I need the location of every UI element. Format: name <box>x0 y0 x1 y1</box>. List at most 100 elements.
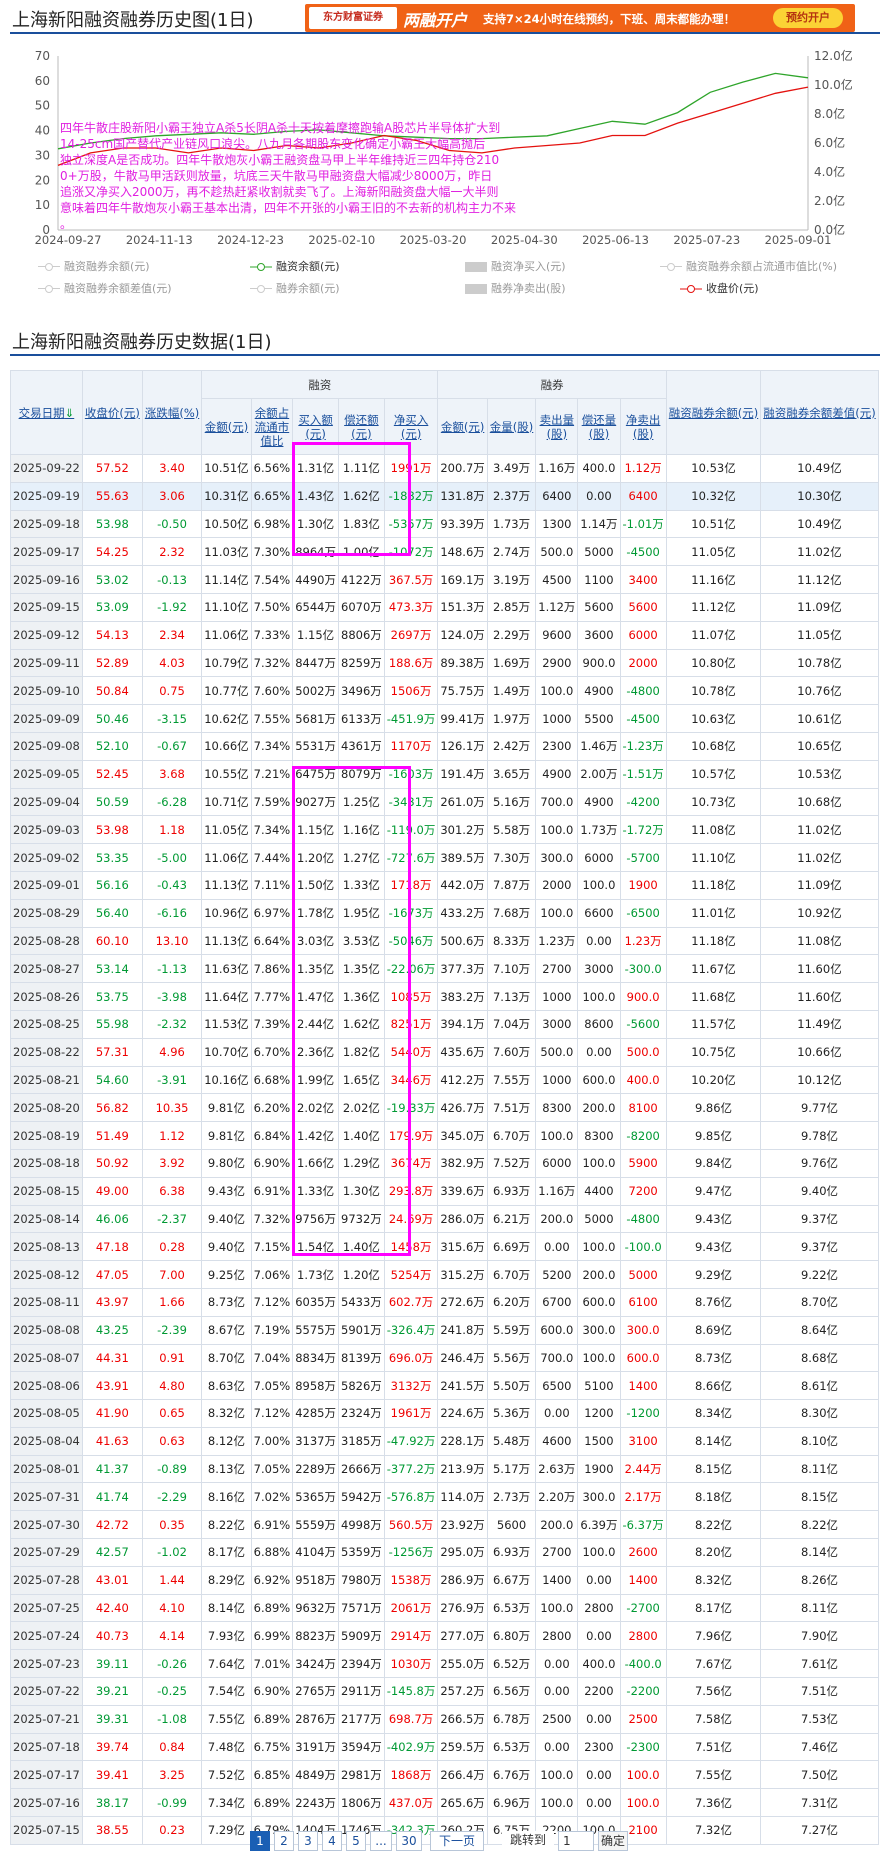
table-cell: 3.65万 <box>486 759 537 789</box>
col-rq-balance[interactable]: 金额(元) <box>437 398 488 455</box>
legend-item[interactable]: 融券净卖出(股) <box>465 280 566 296</box>
table-row: 2025-09-18 53.98 -0.50 10.50亿 6.98% 1.30亿 1.83… <box>10 509 879 539</box>
y-right-tick-label: 4.0亿 <box>814 164 845 179</box>
table-cell: 5.50万 <box>486 1371 537 1401</box>
col-rq-volume[interactable]: 金量(股) <box>486 398 537 455</box>
legend-item[interactable]: 融资融券余额(元) <box>38 258 150 274</box>
col-change[interactable]: 涨跌幅(%) <box>141 370 203 455</box>
table-cell: -2.29 <box>141 1482 203 1512</box>
col-rz-net[interactable]: 净买入(元) <box>383 398 439 455</box>
table-cell: 10.32亿 <box>665 481 762 511</box>
table-row: 2025-07-16 38.17 -0.99 7.34亿 6.89% 2243万 1806万… <box>10 1788 879 1818</box>
table-cell: 228.1万 <box>437 1426 488 1456</box>
table-cell: 53.75 <box>81 982 143 1011</box>
page-link[interactable]: 4 <box>322 1831 342 1851</box>
col-date[interactable]: 交易日期⇓ <box>10 370 83 455</box>
table-cell: 442.0万 <box>437 870 488 900</box>
table-cell: -2300 <box>619 1732 667 1762</box>
table-cell: 7.64亿 <box>201 1649 252 1679</box>
cell-date: 2025-07-16 <box>10 1788 83 1818</box>
table-cell: 1100 <box>577 565 621 594</box>
page-link[interactable]: 30 <box>396 1831 422 1851</box>
col-balance-diff[interactable]: 融资融券余额差值(元) <box>760 370 879 455</box>
table-cell: 7.05% <box>250 1454 294 1484</box>
table-row: 2025-07-29 42.57 -1.02 8.17亿 6.88% 4104万 5359万… <box>10 1538 879 1567</box>
table-cell: 9.37亿 <box>760 1232 879 1262</box>
col-rz-balance[interactable]: 金额(元) <box>201 398 252 455</box>
goto-confirm-button[interactable]: 确定 <box>598 1831 628 1851</box>
col-rz-ratio[interactable]: 余额占流通市值比 <box>250 398 294 455</box>
page-link[interactable]: 5 <box>346 1831 366 1851</box>
cell-date: 2025-08-21 <box>10 1065 83 1095</box>
table-cell: 10.49亿 <box>760 509 879 539</box>
table-cell: -19.33万 <box>383 1093 439 1123</box>
group-securities-lending: 融券 <box>437 370 667 399</box>
table-cell: 600.0 <box>535 1315 579 1345</box>
table-cell: 6700 <box>535 1287 579 1317</box>
table-cell: 7.00% <box>250 1426 294 1456</box>
col-rz-repay[interactable]: 偿还额(元) <box>338 398 385 455</box>
legend-item[interactable]: 融资融券余额差值(元) <box>38 280 172 296</box>
col-close[interactable]: 收盘价(元) <box>81 370 143 455</box>
page-link[interactable]: 2 <box>274 1831 294 1851</box>
table-cell: 6400 <box>535 481 579 511</box>
table-cell: 10.55亿 <box>201 759 252 789</box>
table-cell: 7.11% <box>250 870 294 900</box>
col-rq-repay[interactable]: 偿还量(股) <box>577 398 621 455</box>
cell-date: 2025-09-10 <box>10 676 83 706</box>
table-cell: 6.70万 <box>486 1121 537 1150</box>
legend-item[interactable]: 收盘价(元) <box>680 280 759 296</box>
table-cell: -4500 <box>619 537 667 567</box>
table-cell: 1.49万 <box>486 676 537 706</box>
table-cell: 54.60 <box>81 1065 143 1095</box>
table-cell: 6035万 <box>292 1287 339 1317</box>
open-account-button[interactable]: 预约开户 <box>773 8 843 28</box>
table-cell: 6133万 <box>338 704 385 733</box>
next-page-button[interactable]: 下一页 <box>430 1831 484 1851</box>
legend-item[interactable]: 融资余额(元) <box>250 258 340 274</box>
legend-item[interactable]: 融资净买入(元) <box>465 258 566 274</box>
table-cell: 4900 <box>577 787 621 817</box>
table-cell: 10.78亿 <box>665 676 762 706</box>
table-row: 2025-08-27 53.14 -1.13 11.63亿 7.86% 1.35亿 1.35… <box>10 954 879 984</box>
table-cell: 1.25亿 <box>338 787 385 817</box>
table-cell: 11.02亿 <box>760 815 879 845</box>
table-cell: 300.0 <box>535 843 579 872</box>
table-cell: 3.06 <box>141 481 203 511</box>
table-cell: 1.69万 <box>486 648 537 678</box>
cell-date: 2025-07-29 <box>10 1538 83 1567</box>
margin-account-banner[interactable]: 东方财富证券 两融开户 支持7×24小时在线预约，下班、周末都能办理！ 预约开户 <box>305 4 855 32</box>
table-row: 2025-08-08 43.25 -2.39 8.67亿 7.19% 5575万 5901万… <box>10 1315 879 1345</box>
table-cell: 200.0 <box>577 1093 621 1123</box>
page-link[interactable]: ... <box>370 1831 392 1851</box>
legend-item[interactable]: 融资融券余额占流通市值比(%) <box>660 258 837 274</box>
cell-date: 2025-08-26 <box>10 982 83 1011</box>
goto-page-input[interactable]: 1 <box>558 1831 594 1851</box>
col-rq-net[interactable]: 净卖出(股) <box>619 398 667 455</box>
table-cell: 8.70亿 <box>201 1343 252 1373</box>
table-cell: 11.67亿 <box>665 954 762 984</box>
table-cell: 8.64亿 <box>760 1315 879 1345</box>
legend-item[interactable]: 融券余额(元) <box>250 280 340 296</box>
table-cell: 11.12亿 <box>665 592 762 622</box>
table-cell: 0.63 <box>141 1426 203 1456</box>
table-cell: 7.90亿 <box>760 1621 879 1651</box>
col-rq-sell[interactable]: 卖出量(股) <box>535 398 579 455</box>
col-total-balance[interactable]: 融资融券余额(元) <box>665 370 762 455</box>
legend-swatch-icon <box>660 262 682 272</box>
table-cell: 7.34亿 <box>201 1788 252 1818</box>
table-cell: -5357万 <box>383 509 439 539</box>
table-row: 2025-09-08 52.10 -0.67 10.66亿 7.34% 5531万 4361… <box>10 731 879 761</box>
page-link[interactable]: 3 <box>298 1831 318 1851</box>
table-cell: 1.73万 <box>577 815 621 845</box>
table-cell: 696.0万 <box>383 1343 439 1373</box>
page-current[interactable]: 1 <box>250 1831 270 1851</box>
table-cell: 8.14亿 <box>665 1426 762 1456</box>
table-cell: 7.30万 <box>486 843 537 872</box>
table-cell: 560.5万 <box>383 1510 439 1540</box>
table-cell: 7.58亿 <box>665 1704 762 1734</box>
chart-annotation-line: 意味着四年牛散炮灰小霸王基本出清，四年不开张的小霸王旧的不去新的机构主力不来 <box>60 200 516 215</box>
col-rz-buy[interactable]: 买入额(元) <box>292 398 339 455</box>
table-cell: 2765万 <box>292 1677 339 1706</box>
table-row: 2025-09-15 53.09 -1.92 11.10亿 7.50% 6544万 6070… <box>10 592 879 622</box>
